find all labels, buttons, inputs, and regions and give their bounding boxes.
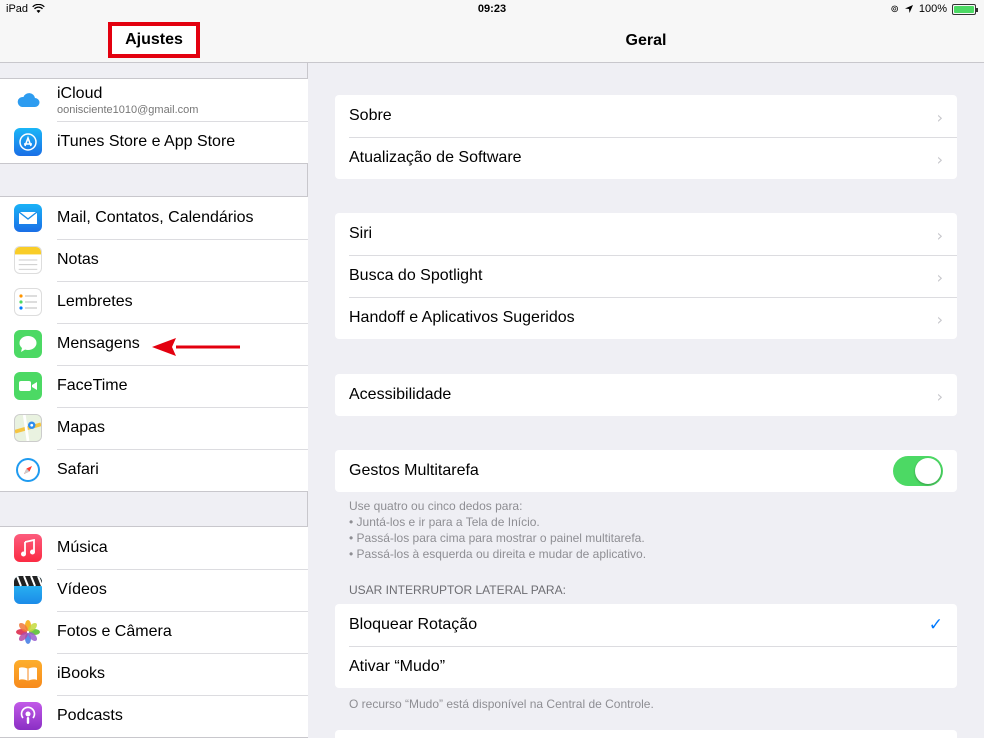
chevron-right-icon: › bbox=[936, 226, 943, 245]
row-spotlight[interactable]: Busca do Spotlight › bbox=[335, 255, 957, 297]
status-time: 09:23 bbox=[477, 3, 507, 15]
footer-line: Use quatro ou cinco dedos para: bbox=[349, 499, 523, 513]
row-siri[interactable]: Siri › bbox=[335, 213, 957, 255]
next-section bbox=[335, 730, 957, 738]
sidebar-item-label: Mensagens bbox=[57, 335, 140, 352]
sidebar-item-icloud[interactable]: iCloud oonisciente1010@gmail.com bbox=[0, 79, 308, 121]
row-accessibility[interactable]: Acessibilidade › bbox=[335, 374, 957, 416]
messages-icon bbox=[14, 330, 42, 358]
safari-icon bbox=[14, 456, 42, 484]
battery-percent: 100% bbox=[918, 3, 947, 15]
row-about[interactable]: Sobre › bbox=[335, 95, 957, 137]
sidebar-title-highlight: Ajustes bbox=[108, 22, 200, 58]
sidebar-item-label: iTunes Store e App Store bbox=[57, 133, 236, 150]
checkmark-icon: ✓ bbox=[928, 615, 943, 635]
footer-line: • Passá-los para cima para mostrar o pai… bbox=[349, 531, 645, 545]
row-handoff[interactable]: Handoff e Aplicativos Sugeridos › bbox=[335, 297, 957, 339]
maps-icon bbox=[14, 414, 42, 442]
chevron-right-icon: › bbox=[936, 150, 943, 169]
ibooks-icon bbox=[14, 660, 42, 688]
chevron-right-icon: › bbox=[936, 108, 943, 127]
sidebar-item-notes[interactable]: Notas bbox=[0, 239, 308, 281]
sidebar-item-maps[interactable]: Mapas bbox=[0, 407, 308, 449]
rotation-lock-icon: ⊚ bbox=[890, 3, 899, 15]
sidebar-item-label: Música bbox=[57, 539, 108, 556]
sidebar-item-label: Lembretes bbox=[57, 293, 133, 310]
sidebar-item-videos[interactable]: Vídeos bbox=[0, 569, 308, 611]
row-label: Bloquear Rotação bbox=[349, 616, 478, 633]
sidebar-item-label: iBooks bbox=[57, 665, 106, 682]
photos-icon bbox=[14, 618, 42, 646]
sidebar-item-photos[interactable]: Fotos e Câmera bbox=[0, 611, 308, 653]
settings-detail: Geral Sobre › Atualização de Software › … bbox=[308, 0, 984, 738]
side-switch-section: Bloquear Rotação ✓ Ativar “Mudo” bbox=[335, 604, 957, 688]
sidebar-item-label: Vídeos bbox=[57, 581, 107, 598]
sidebar-title: Ajustes bbox=[125, 31, 183, 48]
row-software-update[interactable]: Atualização de Software › bbox=[335, 137, 957, 179]
app-store-icon bbox=[14, 128, 42, 156]
row-multitasking-gestures: Gestos Multitarefa bbox=[335, 450, 957, 492]
row-label: Atualização de Software bbox=[349, 149, 522, 166]
general-section-siri: Siri › Busca do Spotlight › Handoff e Ap… bbox=[335, 213, 957, 339]
footer-line: • Passá-los à esquerda ou direita e muda… bbox=[349, 547, 647, 561]
side-switch-header: USAR INTERRUPTOR LATERAL PARA: bbox=[349, 583, 566, 597]
sidebar-item-facetime[interactable]: FaceTime bbox=[0, 365, 308, 407]
annotation-arrow bbox=[152, 338, 240, 356]
chevron-right-icon: › bbox=[936, 387, 943, 406]
multitasking-footer: Use quatro ou cinco dedos para: • Juntá-… bbox=[349, 498, 949, 562]
row-label: Handoff e Aplicativos Sugeridos bbox=[349, 309, 575, 326]
location-icon bbox=[904, 5, 913, 13]
side-switch-footer: O recurso “Mudo” está disponível na Cent… bbox=[349, 697, 654, 711]
row-label: Acessibilidade bbox=[349, 386, 452, 403]
sidebar-item-mail[interactable]: Mail, Contatos, Calendários bbox=[0, 197, 308, 239]
general-section-accessibility: Acessibilidade › bbox=[335, 374, 957, 416]
general-section-about: Sobre › Atualização de Software › bbox=[335, 95, 957, 179]
sidebar-item-ibooks[interactable]: iBooks bbox=[0, 653, 308, 695]
row-lock-rotation[interactable]: Bloquear Rotação ✓ bbox=[335, 604, 957, 646]
sidebar-item-label: iCloud bbox=[57, 85, 103, 102]
facetime-icon bbox=[14, 372, 42, 400]
sidebar-item-label: Podcasts bbox=[57, 707, 123, 724]
page-title: Geral bbox=[625, 32, 667, 49]
row-label: Busca do Spotlight bbox=[349, 267, 483, 284]
row-mute[interactable]: Ativar “Mudo” bbox=[335, 646, 957, 688]
sidebar-group-accounts: iCloud oonisciente1010@gmail.com iTunes … bbox=[0, 78, 308, 164]
chevron-right-icon: › bbox=[936, 310, 943, 329]
music-icon bbox=[14, 534, 42, 562]
videos-icon bbox=[14, 576, 42, 604]
footer-line: • Juntá-los e ir para a Tela de Início. bbox=[349, 515, 540, 529]
mail-icon bbox=[14, 204, 42, 232]
reminders-icon bbox=[14, 288, 42, 316]
sidebar-item-music[interactable]: Música bbox=[0, 527, 308, 569]
sidebar-item-label: FaceTime bbox=[57, 377, 128, 394]
status-right: ⊚ 100% bbox=[890, 3, 978, 15]
notes-icon bbox=[14, 246, 42, 274]
multitasking-toggle[interactable] bbox=[893, 456, 943, 486]
battery-icon bbox=[952, 3, 978, 15]
sidebar-item-podcasts[interactable]: Podcasts bbox=[0, 695, 308, 737]
row-label: Siri bbox=[349, 225, 373, 242]
toggle-knob bbox=[915, 458, 941, 484]
row-label: Ativar “Mudo” bbox=[349, 658, 446, 675]
sidebar-item-reminders[interactable]: Lembretes bbox=[0, 281, 308, 323]
settings-sidebar: Ajustes iCloud oonisciente1010@gmail.com… bbox=[0, 0, 308, 738]
icloud-icon bbox=[14, 86, 42, 114]
sidebar-item-label: Mapas bbox=[57, 419, 106, 436]
chevron-right-icon: › bbox=[936, 268, 943, 287]
sidebar-item-label: Notas bbox=[57, 251, 99, 268]
sidebar-item-safari[interactable]: Safari bbox=[0, 449, 308, 491]
row-label: Sobre bbox=[349, 107, 392, 124]
sidebar-item-label: Fotos e Câmera bbox=[57, 623, 172, 640]
general-section-multitasking: Gestos Multitarefa bbox=[335, 450, 957, 492]
battery-fill bbox=[954, 5, 974, 13]
sidebar-item-label: Safari bbox=[57, 461, 99, 478]
podcasts-icon bbox=[14, 702, 42, 730]
status-bar: iPad 09:23 ⊚ 100% bbox=[0, 0, 984, 20]
icloud-email: oonisciente1010@gmail.com bbox=[57, 104, 199, 116]
sidebar-group-media: Música Vídeos Fotos e Câmera iBooks Podc… bbox=[0, 526, 308, 738]
sidebar-item-label: Mail, Contatos, Calendários bbox=[57, 209, 254, 226]
row-label: Gestos Multitarefa bbox=[349, 462, 479, 479]
sidebar-item-itunes[interactable]: iTunes Store e App Store bbox=[0, 121, 308, 163]
